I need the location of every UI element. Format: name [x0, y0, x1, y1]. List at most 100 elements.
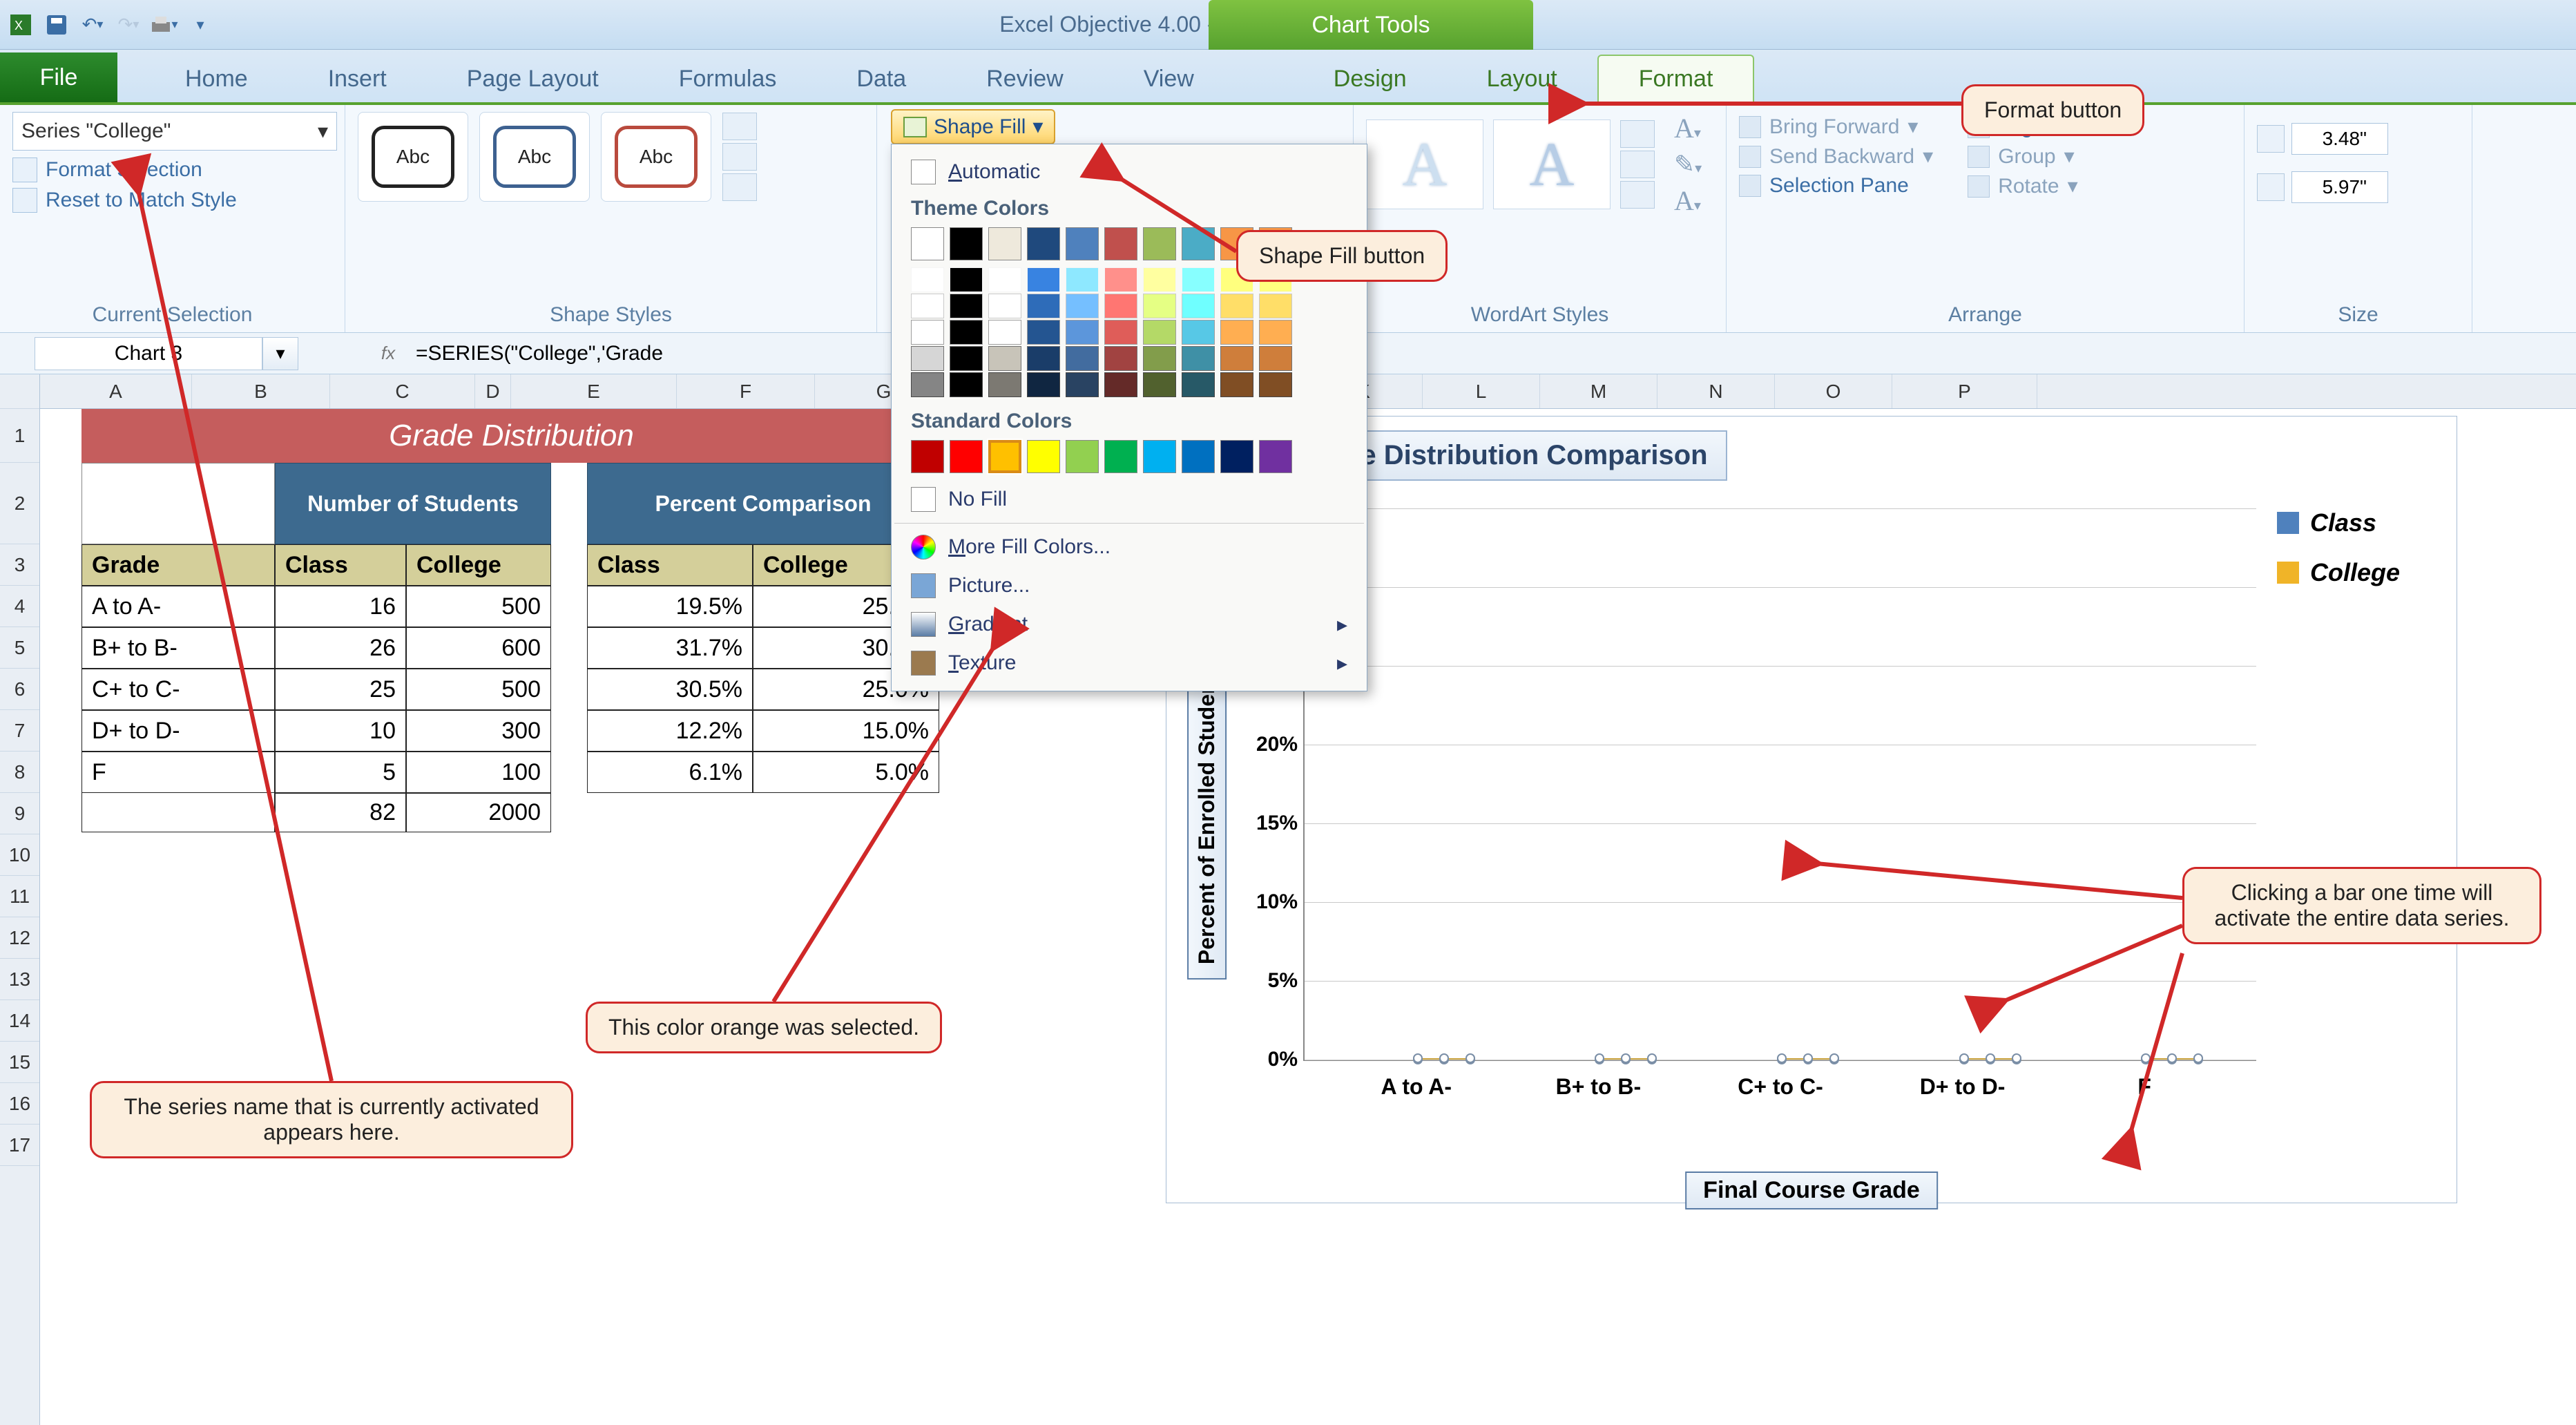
name-box-dropdown[interactable]: ▾ [262, 337, 298, 370]
print-icon[interactable]: ▾ [149, 10, 180, 40]
color-swatch[interactable] [1027, 372, 1060, 397]
row-header[interactable]: 2 [0, 463, 39, 544]
color-swatch[interactable] [1143, 372, 1176, 397]
rotate-button[interactable]: Rotate ▾ [1968, 171, 2077, 201]
color-swatch[interactable] [1182, 346, 1215, 371]
color-swatch[interactable] [1220, 440, 1253, 473]
color-swatch[interactable] [1259, 294, 1292, 318]
tab-format[interactable]: Format [1597, 55, 1755, 102]
row-header[interactable]: 16 [0, 1083, 39, 1125]
shape-style-2[interactable]: Abc [479, 112, 590, 202]
color-swatch[interactable] [1104, 294, 1137, 318]
cell-pclass[interactable]: 31.7% [587, 627, 753, 669]
color-swatch[interactable] [1259, 320, 1292, 345]
column-header[interactable]: O [1775, 374, 1892, 408]
color-swatch[interactable] [988, 346, 1021, 371]
color-swatch[interactable] [1143, 227, 1176, 260]
undo-icon[interactable]: ↶▾ [77, 10, 108, 40]
format-selection-button[interactable]: Format Selection [12, 157, 332, 182]
formula-input[interactable]: =SERIES("College",'Grade ibution'!$F$4:$… [409, 342, 2576, 365]
color-swatch[interactable] [1143, 346, 1176, 371]
bar-college[interactable] [1963, 1058, 2018, 1060]
legend-item-class[interactable]: Class [2277, 508, 2436, 537]
tab-data[interactable]: Data [816, 56, 946, 102]
color-swatch[interactable] [1182, 440, 1215, 473]
no-fill[interactable]: No Fill [894, 480, 1364, 519]
cell-pcollege[interactable]: 15.0% [753, 710, 939, 752]
row-header[interactable]: 7 [0, 710, 39, 752]
color-swatch[interactable] [988, 267, 1021, 292]
color-swatch[interactable] [988, 227, 1021, 260]
color-swatch[interactable] [1066, 320, 1099, 345]
color-swatch[interactable] [911, 320, 944, 345]
color-swatch[interactable] [1143, 267, 1176, 292]
bar-college[interactable] [1416, 1058, 1472, 1060]
row-header[interactable]: 17 [0, 1125, 39, 1166]
color-swatch[interactable] [1259, 346, 1292, 371]
gradient-fill[interactable]: Gradient ▸ [894, 605, 1364, 644]
name-box[interactable]: Chart 3 [35, 337, 262, 370]
texture-fill[interactable]: Texture ▸ [894, 644, 1364, 682]
wordart-style-2[interactable]: A [1493, 119, 1611, 209]
cell-pcollege[interactable]: 5.0% [753, 752, 939, 793]
color-swatch[interactable] [911, 227, 944, 260]
color-swatch[interactable] [911, 346, 944, 371]
file-tab[interactable]: File [0, 52, 117, 102]
wordart-style-1[interactable]: A [1366, 119, 1483, 209]
row-header[interactable]: 12 [0, 917, 39, 959]
color-swatch[interactable] [1220, 346, 1253, 371]
row-header[interactable]: 3 [0, 544, 39, 586]
color-swatch[interactable] [1220, 372, 1253, 397]
row-header[interactable]: 11 [0, 876, 39, 917]
color-swatch[interactable] [1182, 227, 1215, 260]
bar-college[interactable] [1598, 1058, 1653, 1060]
send-backward-button[interactable]: Send Backward ▾ [1739, 142, 1933, 171]
column-header[interactable]: E [511, 374, 677, 408]
color-swatch[interactable] [911, 267, 944, 292]
color-swatch[interactable] [1259, 440, 1292, 473]
color-swatch[interactable] [1066, 227, 1099, 260]
color-swatch[interactable] [1182, 320, 1215, 345]
color-swatch[interactable] [1066, 267, 1099, 292]
tab-page-layout[interactable]: Page Layout [427, 56, 639, 102]
save-icon[interactable] [41, 10, 72, 40]
color-swatch[interactable] [911, 372, 944, 397]
fill-automatic[interactable]: Automatic [894, 153, 1364, 191]
color-swatch[interactable] [1027, 227, 1060, 260]
color-swatch[interactable] [950, 267, 983, 292]
column-header[interactable]: P [1892, 374, 2037, 408]
cell-college[interactable]: 300 [406, 710, 551, 752]
row-header[interactable]: 4 [0, 586, 39, 627]
color-swatch[interactable] [1143, 440, 1176, 473]
color-swatch[interactable] [1220, 294, 1253, 318]
x-axis-title[interactable]: Final Course Grade [1685, 1171, 1938, 1209]
select-all-corner[interactable] [0, 374, 39, 409]
reset-style-button[interactable]: Reset to Match Style [12, 188, 332, 213]
more-fill-colors[interactable]: More Fill Colors... [894, 528, 1364, 566]
column-header[interactable]: L [1423, 374, 1540, 408]
cell-pclass[interactable]: 6.1% [587, 752, 753, 793]
row-header[interactable]: 9 [0, 793, 39, 834]
color-swatch[interactable] [1104, 346, 1137, 371]
tab-design[interactable]: Design [1294, 56, 1447, 102]
color-swatch[interactable] [988, 294, 1021, 318]
cell-pclass[interactable]: 19.5% [587, 586, 753, 627]
color-swatch[interactable] [950, 346, 983, 371]
color-swatch[interactable] [1104, 227, 1137, 260]
cell-class[interactable]: 5 [275, 752, 406, 793]
row-header[interactable]: 14 [0, 1000, 39, 1042]
cell-grade[interactable]: D+ to D- [81, 710, 275, 752]
cell-college[interactable]: 500 [406, 586, 551, 627]
color-swatch[interactable] [1259, 372, 1292, 397]
bring-forward-button[interactable]: Bring Forward ▾ [1739, 112, 1933, 142]
cell-college[interactable]: 100 [406, 752, 551, 793]
color-swatch[interactable] [1104, 440, 1137, 473]
cell-pclass[interactable]: 12.2% [587, 710, 753, 752]
color-swatch[interactable] [1182, 294, 1215, 318]
row-header[interactable]: 1 [0, 409, 39, 463]
cell-class[interactable]: 26 [275, 627, 406, 669]
color-swatch[interactable] [1027, 346, 1060, 371]
fx-icon[interactable]: fx [367, 343, 409, 364]
tab-layout[interactable]: Layout [1447, 56, 1597, 102]
style-gallery-scroll[interactable] [722, 113, 757, 201]
